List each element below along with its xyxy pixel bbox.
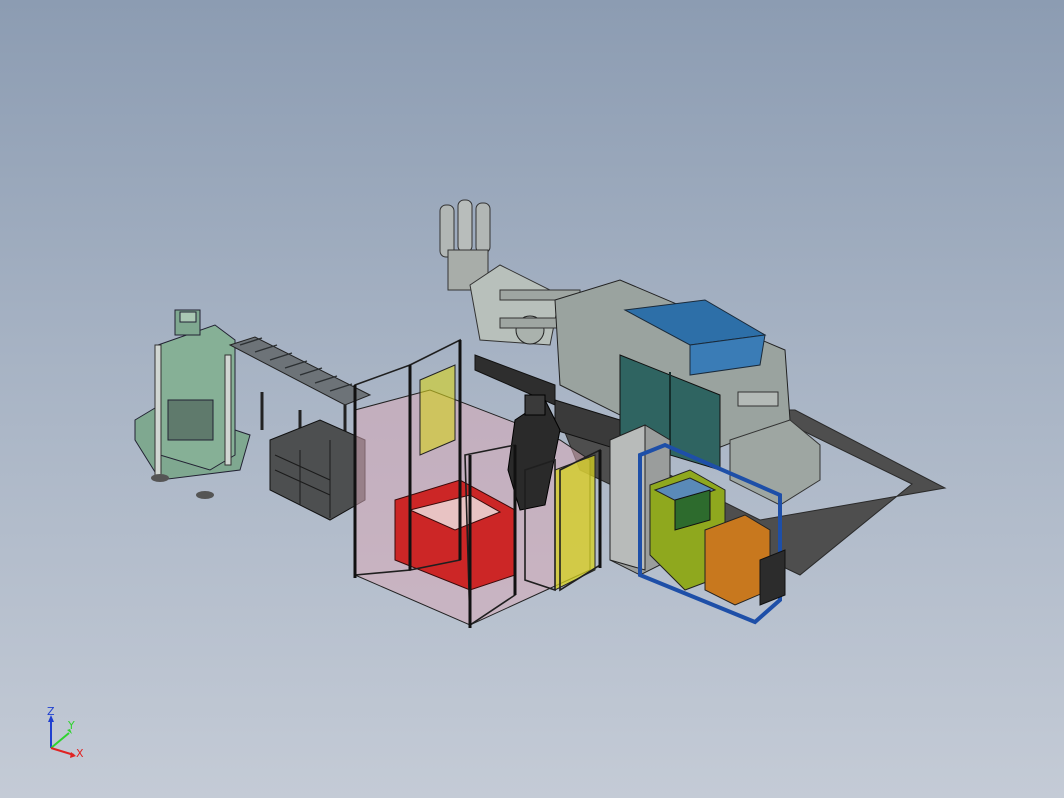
- y-axis-arrow: [50, 732, 70, 749]
- z-axis-label: Z: [47, 705, 55, 718]
- cad-viewport[interactable]: Z Y X: [0, 0, 1064, 798]
- x-axis-arrow: [50, 747, 75, 756]
- hydraulic-press[interactable]: [134, 309, 251, 499]
- y-axis-label: Y: [68, 719, 75, 732]
- assembly-scene[interactable]: [0, 0, 1064, 798]
- x-axis-label: X: [76, 747, 84, 760]
- parts-bin[interactable]: [269, 419, 366, 521]
- coordinate-triad: Z Y X: [36, 700, 96, 770]
